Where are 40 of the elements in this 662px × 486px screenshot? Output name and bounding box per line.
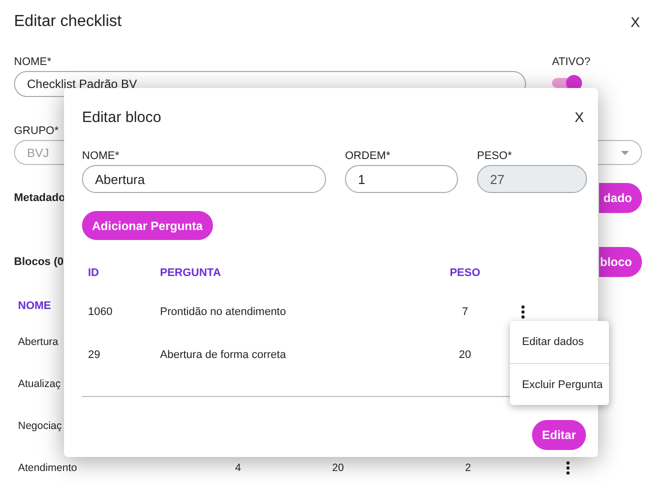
add-block-button[interactable]: bloco: [599, 247, 642, 277]
add-metadata-button[interactable]: dado: [599, 183, 642, 213]
close-button[interactable]: X: [572, 109, 586, 125]
dialog-title: Editar bloco: [82, 108, 162, 126]
more-icon[interactable]: [566, 461, 570, 475]
close-button[interactable]: X: [628, 14, 642, 30]
table-cell-text: Atendimento: [18, 462, 78, 474]
table-cell-text: Atualizaç: [18, 378, 62, 390]
field-label: NOME*: [14, 55, 52, 69]
section-heading: Blocos (0: [14, 256, 64, 268]
table-cell-text: Abertura: [18, 336, 60, 348]
field-label: ORDEM*: [345, 149, 390, 163]
field-label: ATIVO?: [552, 55, 590, 69]
field-label: NOME*: [82, 149, 120, 163]
column-header: PERGUNTA: [160, 267, 222, 279]
input-field[interactable]: Abertura: [82, 165, 326, 193]
table-cell: 20: [332, 462, 344, 474]
table-cell-text: Abertura de forma correta: [160, 348, 287, 360]
more-icon[interactable]: [521, 304, 525, 318]
column-header: NOME: [18, 300, 51, 312]
menu-item[interactable]: Editar dados: [510, 321, 609, 363]
table-cell-text: Negociaç: [18, 420, 63, 432]
table-cell-text: 1060: [88, 306, 114, 318]
menu-item[interactable]: Excluir Pergunta: [510, 363, 609, 405]
section-heading: Metadado: [14, 192, 66, 204]
caret-icon: [621, 150, 629, 154]
table-cell-text: 29: [88, 348, 102, 360]
table-cell: 4: [235, 462, 241, 474]
add-question-button[interactable]: Adicionar Pergunta: [82, 211, 213, 240]
edit-button[interactable]: Editar: [532, 420, 586, 450]
dialog-title: Editar checklist: [14, 13, 122, 31]
column-header: ID: [88, 267, 100, 279]
field-label: PESO*: [477, 149, 512, 163]
table-cell-text: Prontidão no atendimento: [160, 306, 287, 318]
table-cell: 2: [465, 462, 471, 474]
table-cell: 7: [462, 306, 468, 318]
column-header: PESO: [450, 267, 480, 279]
input-field[interactable]: 1: [345, 165, 458, 193]
field-label: GRUPO*: [14, 124, 59, 138]
table-cell: 20: [458, 348, 472, 360]
